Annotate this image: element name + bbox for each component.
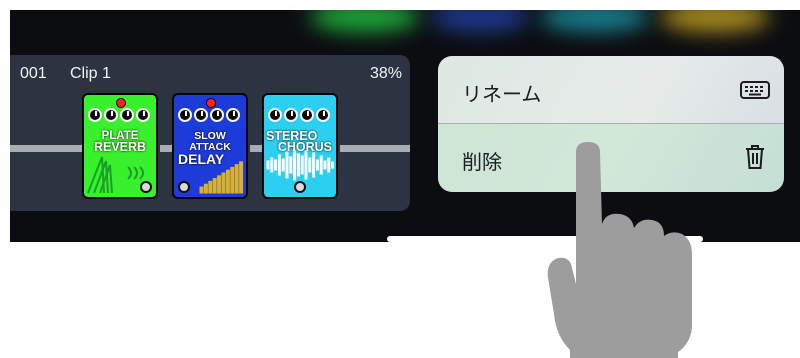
menu-item-rename-label: リネーム bbox=[462, 84, 542, 106]
deco-bar bbox=[300, 155, 304, 175]
background-glow-blue bbox=[430, 10, 530, 32]
deco-bar bbox=[327, 157, 331, 173]
trash-icon bbox=[744, 144, 766, 175]
pedal-label: STEREO CHORUS bbox=[264, 130, 336, 154]
deco-bar bbox=[319, 155, 323, 175]
knob[interactable] bbox=[194, 108, 208, 122]
pedal-label-line2: REVERB bbox=[93, 140, 147, 154]
deco-bar bbox=[270, 157, 274, 173]
signal-cable-right bbox=[340, 145, 410, 152]
pedal-led bbox=[206, 98, 216, 108]
footswitch[interactable] bbox=[140, 181, 152, 193]
background-glow-cyan bbox=[540, 10, 650, 32]
knob[interactable] bbox=[268, 108, 282, 122]
keyboard-icon bbox=[740, 80, 770, 105]
deco-bar bbox=[323, 160, 327, 170]
deco-bar bbox=[312, 152, 316, 178]
deco-bar bbox=[331, 161, 335, 169]
footswitch[interactable] bbox=[178, 181, 190, 193]
signal-cable-2 bbox=[250, 145, 262, 152]
knob[interactable] bbox=[104, 108, 118, 122]
deco-bar bbox=[304, 150, 308, 180]
knob[interactable] bbox=[136, 108, 150, 122]
knob[interactable] bbox=[316, 108, 330, 122]
deco-bar bbox=[285, 151, 289, 179]
deco-bar bbox=[274, 159, 278, 171]
pedal-label-line2: CHORUS bbox=[277, 140, 332, 154]
deco-bar bbox=[199, 186, 204, 194]
pedal-led bbox=[116, 98, 126, 108]
pedal-stereo-chorus[interactable]: STEREO CHORUS bbox=[262, 93, 338, 199]
knob[interactable] bbox=[120, 108, 134, 122]
deco-bar bbox=[221, 172, 226, 194]
background-glow-green bbox=[310, 10, 420, 32]
deco-bar bbox=[230, 166, 235, 194]
menu-item-rename[interactable]: リネーム bbox=[438, 56, 784, 124]
knob[interactable] bbox=[226, 108, 240, 122]
deco-bar bbox=[225, 169, 230, 194]
clip-number: 001 bbox=[20, 65, 47, 82]
deco-bar bbox=[266, 160, 270, 170]
pedal-label-line1: SLOW ATTACK bbox=[189, 130, 231, 153]
deco-bar bbox=[239, 161, 244, 194]
knob[interactable] bbox=[210, 108, 224, 122]
knob[interactable] bbox=[88, 108, 102, 122]
pedal-knobs bbox=[178, 108, 240, 122]
clip-percent: 38% bbox=[369, 65, 402, 82]
pedal-plate-reverb[interactable]: PLATE REVERB bbox=[82, 93, 158, 199]
deco-bar bbox=[296, 153, 300, 177]
clip-card[interactable]: 001 Clip 1 38% PLATE REVERB SLOW ATTACK … bbox=[10, 55, 410, 211]
background-glow-yellow bbox=[660, 10, 770, 32]
deco-bar bbox=[277, 154, 281, 176]
knob[interactable] bbox=[178, 108, 192, 122]
pedal-knobs bbox=[88, 108, 150, 122]
deco-bar bbox=[217, 175, 222, 194]
pedal-slow-attack-delay[interactable]: SLOW ATTACK DELAY bbox=[172, 93, 248, 199]
deco-bar bbox=[308, 157, 312, 173]
clip-name: Clip 1 bbox=[70, 65, 111, 82]
deco-bar bbox=[289, 156, 293, 174]
pedal-knobs bbox=[268, 108, 330, 122]
menu-item-delete-label: 削除 bbox=[462, 152, 502, 174]
knob[interactable] bbox=[300, 108, 314, 122]
pedal-label-line2: DELAY bbox=[178, 151, 225, 167]
pointing-hand-icon bbox=[547, 142, 692, 358]
deco-bar bbox=[208, 180, 213, 194]
deco-bar bbox=[315, 159, 319, 171]
deco-bar bbox=[281, 158, 285, 172]
deco-bar bbox=[212, 178, 217, 194]
knob[interactable] bbox=[284, 108, 298, 122]
pedal-label: PLATE REVERB bbox=[84, 130, 156, 154]
pedal-label: SLOW ATTACK DELAY bbox=[174, 130, 246, 167]
signal-cable-left bbox=[10, 145, 82, 152]
signal-cable-1 bbox=[160, 145, 172, 152]
deco-bar bbox=[293, 149, 297, 181]
deco-bar bbox=[234, 164, 239, 194]
footswitch[interactable] bbox=[294, 181, 306, 193]
deco-bar bbox=[203, 183, 208, 194]
